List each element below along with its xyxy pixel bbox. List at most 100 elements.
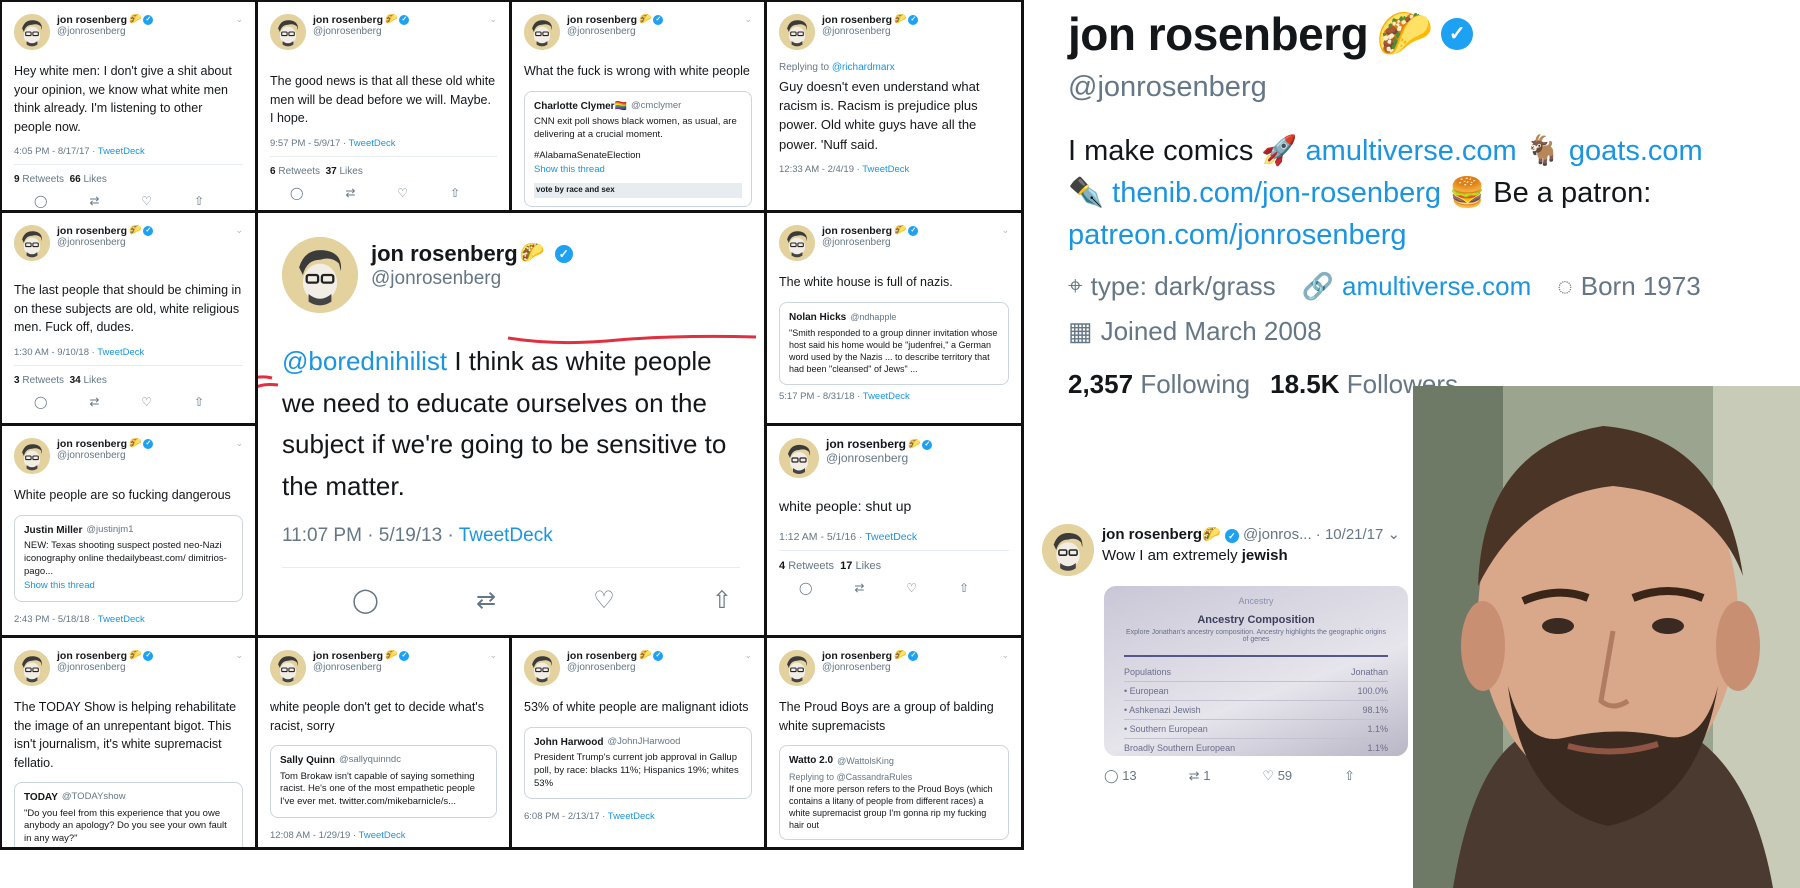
display-name[interactable]: jon rosenberg 🌮 ✓ bbox=[822, 14, 919, 26]
tweet-card[interactable]: jon rosenberg 🌮 ✓ @jonrosenberg Replying to… bbox=[767, 2, 1021, 210]
like-icon[interactable]: ♡ bbox=[141, 395, 152, 409]
tweet-card[interactable]: jon rosenberg 🌮 ✓ @jonrosenberg ⌄ The Proud… bbox=[767, 638, 1021, 847]
display-name[interactable]: jon rosenberg 🌮 ✓ bbox=[826, 437, 933, 452]
display-name[interactable]: jon rosenberg 🌮 ✓ bbox=[57, 225, 154, 237]
source-link[interactable]: TweetDeck bbox=[97, 347, 144, 358]
display-name[interactable]: jon rosenberg 🌮 ✓ bbox=[313, 14, 410, 26]
quoted-tweet[interactable]: Justin Miller @justinjm1 NEW: Texas shoot… bbox=[14, 514, 243, 603]
handle[interactable]: @jonrosenberg bbox=[826, 451, 932, 466]
avatar[interactable] bbox=[524, 14, 560, 50]
reply-icon[interactable]: ◯ bbox=[34, 194, 47, 208]
show-thread-link[interactable]: Show this thread bbox=[534, 164, 742, 177]
quoted-tweet[interactable]: Sally Quinn @sallyquinndc Tom Brokaw isn'… bbox=[270, 745, 497, 818]
like-button[interactable]: ♡ 59 bbox=[1262, 768, 1292, 784]
source-link[interactable]: TweetDeck bbox=[359, 830, 406, 841]
handle[interactable]: @jonrosenberg bbox=[313, 662, 409, 674]
quoted-tweet[interactable]: John Harwood @JohnJHarwood President Trum… bbox=[524, 726, 752, 800]
quoted-tweet[interactable]: Watto 2.0 @WattolsKing Replying to @Cassa… bbox=[779, 745, 1009, 841]
display-name[interactable]: jon rosenberg 🌮 ✓ bbox=[567, 14, 664, 26]
retweet-icon[interactable]: ⇄ bbox=[89, 395, 99, 409]
avatar[interactable] bbox=[14, 225, 50, 261]
handle[interactable]: @jonrosenberg bbox=[57, 450, 153, 462]
bio-link[interactable]: thenib.com/jon-rosenberg bbox=[1112, 177, 1441, 209]
bio-link[interactable]: amultiverse.com bbox=[1306, 135, 1517, 167]
tweet-card[interactable]: jon rosenberg 🌮 ✓ @jonrosenberg ⌄ The TODAY… bbox=[2, 638, 255, 847]
display-name[interactable]: jon rosenberg 🌮 ✓ bbox=[822, 650, 919, 662]
following-link[interactable]: 2,357 Following bbox=[1068, 369, 1250, 400]
bio-link[interactable]: goats.com bbox=[1569, 135, 1703, 167]
tweet-card[interactable]: jon rosenberg 🌮 ✓ @jonrosenberg ⌄ The white… bbox=[767, 213, 1021, 423]
display-name[interactable]: jon rosenberg 🌮 ✓ bbox=[567, 650, 664, 662]
source-link[interactable]: TweetDeck bbox=[98, 146, 145, 157]
chevron-down-icon[interactable]: ⌄ bbox=[1001, 650, 1009, 661]
display-name[interactable]: jon rosenberg 🌮 ✓ bbox=[57, 650, 154, 662]
avatar[interactable] bbox=[14, 650, 50, 686]
avatar[interactable] bbox=[282, 237, 358, 313]
display-name[interactable]: jon rosenberg 🌮 ✓ bbox=[57, 14, 154, 26]
handle[interactable]: @jonrosenberg bbox=[57, 237, 153, 249]
avatar[interactable] bbox=[779, 14, 815, 50]
like-icon[interactable]: ♡ bbox=[397, 186, 408, 200]
reply-icon[interactable]: ◯ bbox=[290, 186, 303, 200]
avatar[interactable] bbox=[779, 225, 815, 261]
chevron-down-icon[interactable]: ⌄ bbox=[235, 225, 243, 236]
avatar[interactable] bbox=[14, 438, 50, 474]
retweet-button[interactable]: ⇄ 1 bbox=[1189, 768, 1211, 784]
retweet-icon[interactable]: ⇄ bbox=[345, 186, 355, 200]
like-icon[interactable]: ♡ bbox=[906, 581, 917, 595]
handle[interactable]: @jonrosenberg bbox=[371, 268, 573, 290]
source-link[interactable]: TweetDeck bbox=[863, 391, 910, 402]
display-name[interactable]: jon rosenberg 🌮 ✓ bbox=[371, 241, 573, 266]
chevron-down-icon[interactable]: ⌄ bbox=[744, 650, 752, 661]
share-icon[interactable]: ⇧ bbox=[959, 581, 969, 595]
handle[interactable]: @jonrosenberg bbox=[313, 26, 409, 38]
reply-icon[interactable]: ◯ bbox=[34, 395, 47, 409]
handle-timestamp[interactable]: @jonros... · 10/21/17 bbox=[1243, 526, 1383, 543]
quoted-tweet[interactable]: Nolan Hicks @ndhapple "Smith responded to… bbox=[779, 301, 1009, 385]
source-link[interactable]: TweetDeck bbox=[608, 811, 655, 822]
profile-website-link[interactable]: amultiverse.com bbox=[1342, 271, 1531, 302]
reply-icon[interactable]: ◯ bbox=[799, 581, 812, 595]
chevron-down-icon[interactable]: ⌄ bbox=[1001, 225, 1009, 236]
avatar[interactable] bbox=[779, 438, 819, 478]
chevron-down-icon[interactable]: ⌄ bbox=[489, 14, 497, 25]
avatar[interactable] bbox=[14, 14, 50, 50]
retweet-icon[interactable]: ⇄ bbox=[854, 581, 864, 595]
avatar[interactable] bbox=[270, 14, 306, 50]
source-link[interactable]: TweetDeck bbox=[865, 531, 917, 543]
mention-link[interactable]: @borednihilist bbox=[282, 346, 447, 376]
avatar[interactable] bbox=[1042, 524, 1094, 576]
handle[interactable]: @jonrosenberg bbox=[57, 662, 153, 674]
featured-tweet-card[interactable]: jon rosenberg 🌮 ✓ @jonrosenberg @borednihi… bbox=[258, 213, 764, 635]
source-link[interactable]: TweetDeck bbox=[349, 138, 396, 149]
display-name[interactable]: jon rosenberg bbox=[1102, 526, 1202, 543]
source-link[interactable]: TweetDeck bbox=[98, 614, 145, 625]
avatar[interactable] bbox=[524, 650, 560, 686]
chevron-down-icon[interactable]: ⌄ bbox=[235, 650, 243, 661]
display-name[interactable]: jon rosenberg 🌮 ✓ bbox=[313, 650, 410, 662]
source-link[interactable]: TweetDeck bbox=[459, 525, 553, 546]
jewish-tweet-card[interactable]: jon rosenberg🌮 ✓ @jonros... · 10/21/17 ⌄… bbox=[1040, 520, 1410, 790]
share-button[interactable]: ⇧ bbox=[1344, 768, 1355, 784]
ancestry-screenshot[interactable]: Ancestry Ancestry Composition Explore Jo… bbox=[1104, 586, 1408, 756]
handle[interactable]: @jonrosenberg bbox=[822, 662, 918, 674]
tweet-card[interactable]: jon rosenberg 🌮 ✓ @jonrosenberg ⌄ Hey white… bbox=[2, 2, 255, 210]
quoted-tweet[interactable]: TODAY @TODAYshow "Do you feel from this e… bbox=[14, 782, 243, 847]
handle[interactable]: @jonrosenberg bbox=[567, 662, 663, 674]
chevron-down-icon[interactable]: ⌄ bbox=[235, 438, 243, 449]
reply-button[interactable]: ◯ 13 bbox=[1104, 768, 1137, 784]
handle[interactable]: @jonrosenberg bbox=[822, 237, 918, 249]
quoted-tweet[interactable]: Charlotte Clymer🏳️‍🌈 @cmclymer CNN exit p… bbox=[524, 90, 752, 208]
display-name[interactable]: jon rosenberg 🌮 ✓ bbox=[57, 438, 154, 450]
source-link[interactable]: TweetDeck bbox=[862, 164, 909, 175]
avatar[interactable] bbox=[779, 650, 815, 686]
bio-link[interactable]: patreon.com/jonrosenberg bbox=[1068, 219, 1407, 251]
tweet-card[interactable]: jon rosenberg 🌮 ✓ @jonrosenberg ⌄ White peo… bbox=[2, 426, 255, 635]
display-name[interactable]: jon rosenberg 🌮 ✓ bbox=[822, 225, 919, 237]
handle[interactable]: @jonrosenberg bbox=[822, 26, 918, 38]
tweet-card[interactable]: jon rosenberg 🌮 ✓ @jonrosenberg ⌄ white peo… bbox=[258, 638, 509, 847]
tweet-card[interactable]: jon rosenberg 🌮 ✓ @jonrosenberg ⌄ What the … bbox=[512, 2, 764, 210]
like-icon[interactable]: ♡ bbox=[593, 586, 615, 615]
like-icon[interactable]: ♡ bbox=[141, 194, 152, 208]
handle[interactable]: @jonrosenberg bbox=[567, 26, 663, 38]
